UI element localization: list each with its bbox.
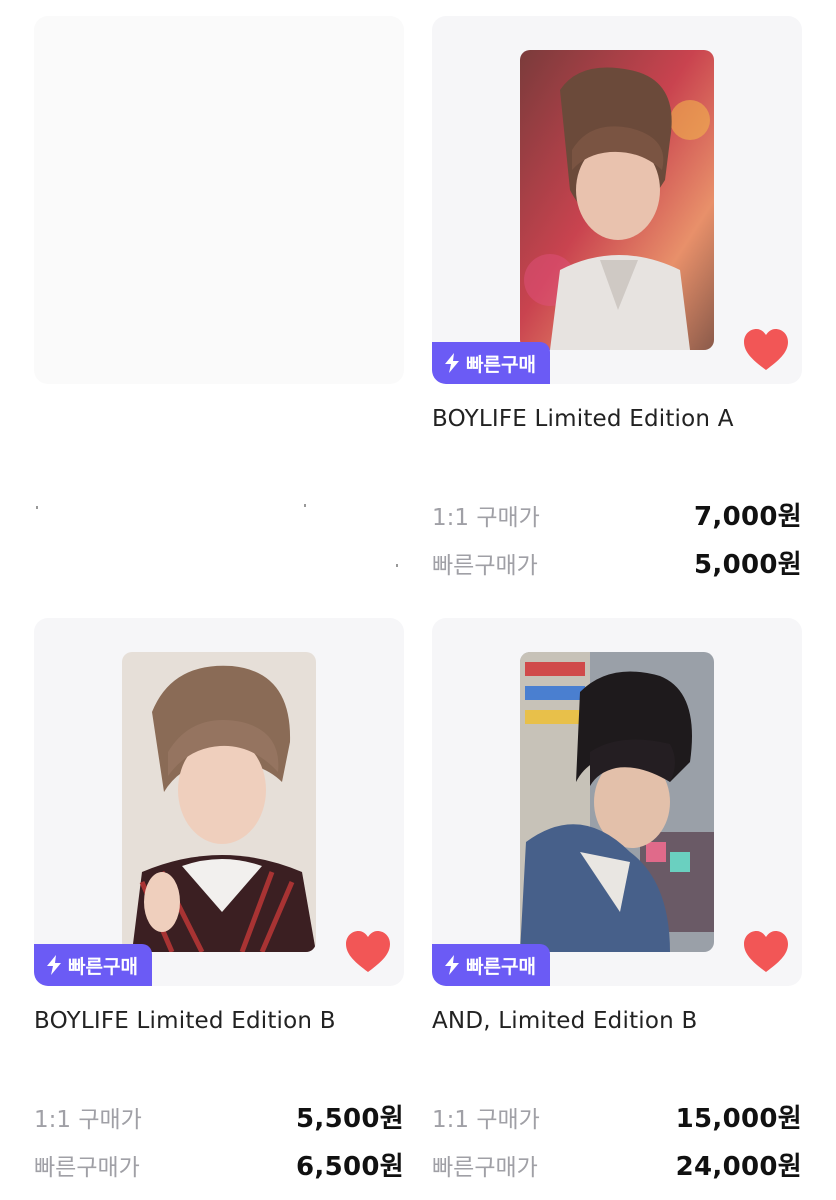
price-value: 15,000원 [675,1104,802,1134]
price-row-quick: 빠른구매가 6,500원 [34,1146,404,1183]
product-image-area[interactable]: 빠른구매 [432,618,802,986]
heart-icon[interactable] [742,328,790,372]
placeholder-speck [304,504,306,507]
lightning-icon [445,955,459,975]
placeholder-speck [36,506,38,509]
product-image-area[interactable]: 빠른구매 [432,16,802,384]
product-card-placeholder[interactable] [34,16,404,616]
price-label: 1:1 구매가 [34,1106,142,1133]
product-card[interactable]: 빠른구매 BOYLIFE Limited Edition A 1:1 구매가 7… [432,16,802,616]
price-row-one-to-one: 1:1 구매가 7,000원 [432,496,802,533]
photocard-image [520,652,714,952]
placeholder-speck [396,564,398,567]
price-label: 빠른구매가 [432,1154,538,1181]
price-value: 5,000원 [694,550,802,580]
product-image-placeholder [34,16,404,384]
product-title[interactable]: AND, Limited Edition B [432,1008,697,1034]
product-image-area[interactable]: 빠른구매 [34,618,404,986]
quick-buy-label: 빠른구매 [466,955,536,978]
price-label: 빠른구매가 [34,1154,140,1181]
lightning-icon [445,353,459,373]
product-title[interactable]: BOYLIFE Limited Edition B [34,1008,336,1034]
price-value: 5,500원 [296,1104,404,1134]
quick-buy-badge: 빠른구매 [432,342,550,384]
product-card[interactable]: 빠른구매 BOYLIFE Limited Edition B 1:1 구매가 5… [34,618,404,1200]
photocard-image [122,652,316,952]
heart-icon[interactable] [344,930,392,974]
quick-buy-label: 빠른구매 [68,955,138,978]
photocard-image [520,50,714,350]
price-label: 1:1 구매가 [432,1106,540,1133]
price-label: 1:1 구매가 [432,504,540,531]
price-row-quick: 빠른구매가 5,000원 [432,544,802,581]
price-value: 7,000원 [694,502,802,532]
quick-buy-badge: 빠른구매 [432,944,550,986]
quick-buy-badge: 빠른구매 [34,944,152,986]
price-value: 24,000원 [675,1152,802,1182]
product-title[interactable]: BOYLIFE Limited Edition A [432,406,734,432]
price-label: 빠른구매가 [432,552,538,579]
price-row-one-to-one: 1:1 구매가 15,000원 [432,1098,802,1135]
heart-icon[interactable] [742,930,790,974]
product-card[interactable]: 빠른구매 AND, Limited Edition B 1:1 구매가 15,0… [432,618,802,1200]
price-value: 6,500원 [296,1152,404,1182]
price-row-one-to-one: 1:1 구매가 5,500원 [34,1098,404,1135]
price-row-quick: 빠른구매가 24,000원 [432,1146,802,1183]
lightning-icon [47,955,61,975]
quick-buy-label: 빠른구매 [466,353,536,376]
